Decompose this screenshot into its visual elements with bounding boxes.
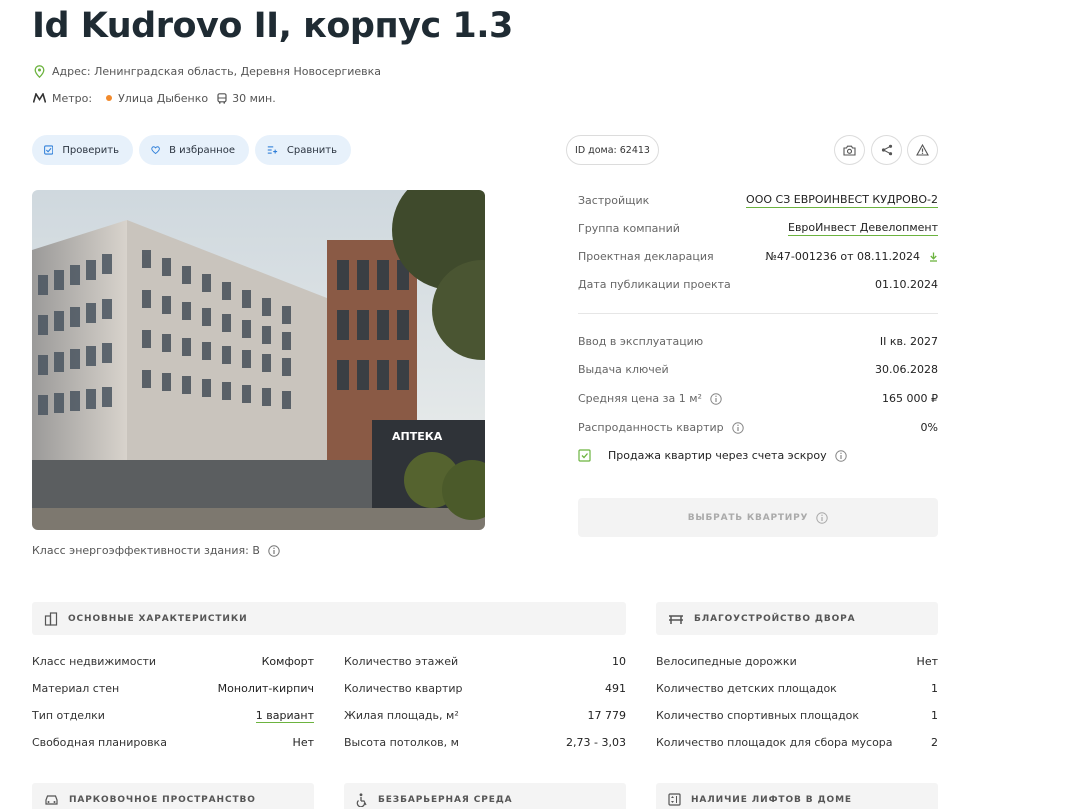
building-photo[interactable]: АПТЕКА (32, 190, 485, 530)
bus-icon (217, 92, 227, 104)
escrow-row: Продажа квартир через счета эскроу (578, 449, 847, 462)
spec-row: Количество этажей 10 (344, 655, 626, 668)
declaration-row: Проектная декларация №47-001236 от 08.11… (578, 250, 938, 263)
divider (578, 313, 938, 314)
info-icon[interactable] (710, 392, 722, 405)
section-barrier-free: БЕЗБАРЬЕРНАЯ СРЕДА (344, 783, 626, 809)
warning-icon (916, 144, 929, 156)
group-link[interactable]: ЕвроИнвест Девелопмент (788, 221, 938, 236)
compare-button[interactable]: Сравнить (255, 135, 351, 165)
energy-class-text: Класс энергоэффективности здания: B (32, 544, 260, 557)
metro-row: Метро: Улица Дыбенко 30 мин. (32, 91, 276, 105)
camera-icon (843, 145, 856, 156)
metro-station[interactable]: Улица Дыбенко (118, 92, 208, 105)
spec-row: Тип отделки 1 вариант (32, 709, 314, 723)
info-icon[interactable] (834, 449, 847, 462)
spec-row: Количество площадок для сбора мусора 2 (656, 736, 938, 749)
favorite-button[interactable]: В избранное (139, 135, 249, 165)
pharmacy-sign: АПТЕКА (392, 430, 443, 443)
info-icon[interactable] (731, 421, 744, 434)
elevator-icon (668, 793, 681, 806)
car-icon (45, 794, 58, 805)
spec-row: Материал стен Монолит-кирпич (32, 682, 314, 695)
escrow-icon (578, 449, 591, 462)
finish-type-link[interactable]: 1 вариант (255, 709, 314, 723)
report-button[interactable] (907, 135, 938, 165)
publication-row: Дата публикации проекта 01.10.2024 (578, 278, 938, 291)
keys-row: Выдача ключей 30.06.2028 (578, 363, 938, 376)
info-icon[interactable] (268, 544, 280, 557)
page-title: Id Kudrovo II, корпус 1.3 (32, 6, 513, 46)
check-button[interactable]: Проверить (32, 135, 133, 165)
choose-apartment-button[interactable]: ВЫБРАТЬ КВАРТИРУ (578, 498, 938, 537)
section-lifts: НАЛИЧИЕ ЛИФТОВ В ДОМЕ (656, 783, 938, 809)
heart-icon (151, 146, 160, 155)
photo-button[interactable] (834, 135, 865, 165)
declaration-download[interactable]: №47-001236 от 08.11.2024 (765, 250, 938, 263)
spec-row: Высота потолков, м 2,73 - 3,03 (344, 736, 626, 749)
share-button[interactable] (871, 135, 902, 165)
metro-line-dot-icon (106, 95, 113, 101)
section-main-characteristics: ОСНОВНЫЕ ХАРАКТЕРИСТИКИ (32, 602, 626, 635)
spec-row: Количество детских площадок 1 (656, 682, 938, 695)
address-row: Адрес: Ленинградская область, Деревня Но… (32, 64, 381, 78)
spec-row: Количество спортивных площадок 1 (656, 709, 938, 722)
metro-time: 30 мин. (232, 91, 276, 105)
wheelchair-icon (356, 792, 367, 807)
spec-row: Жилая площадь, м² 17 779 (344, 709, 626, 722)
section-yard: БЛАГОУСТРОЙСТВО ДВОРА (656, 602, 938, 635)
energy-class: Класс энергоэффективности здания: B (32, 544, 280, 557)
sold-row: Распроданность квартир 0% (578, 421, 938, 434)
address-text: Адрес: Ленинградская область, Деревня Но… (52, 64, 382, 78)
spec-row: Класс недвижимости Комфорт (32, 655, 314, 668)
compare-button-label: Сравнить (286, 144, 337, 156)
bench-icon (669, 614, 683, 624)
metro-label: Метро: (52, 91, 93, 105)
download-icon (930, 252, 937, 262)
location-pin-icon (32, 64, 46, 78)
share-icon (881, 144, 892, 156)
spec-row: Велосипедные дорожки Нет (656, 655, 938, 668)
house-id-badge[interactable]: ID дома: 62413 (566, 135, 659, 165)
spec-row: Количество квартир 491 (344, 682, 626, 695)
info-icon (816, 511, 828, 524)
group-row: Группа компаний ЕвроИнвест Девелопмент (578, 221, 938, 236)
developer-row: Застройщик ООО СЗ ЕВРОИНВЕСТ КУДРОВО-2 (578, 193, 938, 208)
compare-icon (267, 146, 278, 154)
building-icon (44, 611, 58, 626)
favorite-button-label: В избранное (169, 144, 235, 156)
developer-link[interactable]: ООО СЗ ЕВРОИНВЕСТ КУДРОВО-2 (746, 193, 938, 208)
spec-row: Свободная планировка Нет (32, 736, 314, 749)
metro-icon (32, 91, 46, 105)
check-button-label: Проверить (62, 144, 119, 156)
checkbox-icon (44, 145, 54, 155)
commission-row: Ввод в эксплуатацию II кв. 2027 (578, 335, 938, 348)
section-parking: ПАРКОВОЧНОЕ ПРОСТРАНСТВО (32, 783, 314, 809)
price-row: Средняя цена за 1 м² 165 000 ₽ (578, 392, 938, 405)
